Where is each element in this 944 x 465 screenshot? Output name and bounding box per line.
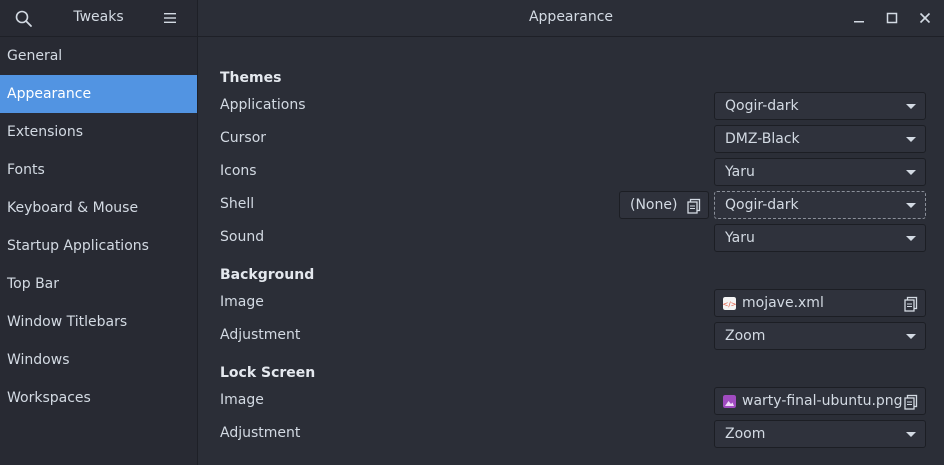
image-file-icon (723, 394, 736, 408)
applications-theme-value: Qogir-dark (725, 98, 799, 114)
titlebar: Appearance (198, 0, 944, 37)
applications-label: Applications (220, 97, 306, 113)
sidebar-item-workspaces[interactable]: Workspaces (0, 379, 197, 417)
maximize-icon[interactable] (883, 9, 901, 27)
sidebar-item-fonts[interactable]: Fonts (0, 151, 197, 189)
sidebar-item-window-titlebars[interactable]: Window Titlebars (0, 303, 197, 341)
background-image-value: mojave.xml (742, 295, 824, 311)
sidebar-item-general[interactable]: General (0, 37, 197, 75)
lock-adjustment-label: Adjustment (220, 425, 301, 441)
file-chooser-icon (687, 198, 701, 214)
sidebar-item-appearance[interactable]: Appearance (0, 75, 197, 113)
lock-adjustment-combo[interactable]: Zoom (714, 420, 926, 448)
minimize-icon[interactable] (850, 9, 868, 27)
lock-image-value: warty-final-ubuntu.png (742, 393, 903, 409)
xml-file-icon: </> (723, 296, 736, 310)
main-panel: Appearance Themes Applications Qogir-dar… (198, 0, 944, 465)
icons-theme-combo[interactable]: Yaru (714, 158, 926, 186)
cursor-theme-value: DMZ-Black (725, 131, 800, 147)
background-adjustment-label: Adjustment (220, 327, 301, 343)
sidebar-item-startup-applications[interactable]: Startup Applications (0, 227, 197, 265)
svg-text:</>: </> (723, 300, 736, 308)
background-adjustment-value: Zoom (725, 328, 766, 344)
sidebar-item-top-bar[interactable]: Top Bar (0, 265, 197, 303)
page-title: Appearance (528, 9, 614, 25)
section-title-background: Background (220, 267, 315, 283)
sidebar-item-extensions[interactable]: Extensions (0, 113, 197, 151)
sound-label: Sound (220, 229, 265, 245)
sidebar: Tweaks General Appearance Extensions Fon… (0, 0, 198, 465)
section-title-lock-screen: Lock Screen (220, 365, 316, 381)
sidebar-item-keyboard-mouse[interactable]: Keyboard & Mouse (0, 189, 197, 227)
shell-theme-combo[interactable]: Qogir-dark (714, 191, 926, 219)
chevron-down-icon (906, 432, 916, 437)
hamburger-menu-icon[interactable] (162, 10, 178, 26)
icons-label: Icons (220, 163, 257, 179)
close-icon[interactable] (916, 9, 934, 27)
chevron-down-icon (906, 170, 916, 175)
chevron-down-icon (906, 203, 916, 208)
file-chooser-icon (904, 394, 918, 410)
background-image-label: Image (220, 294, 264, 310)
shell-none-label: (None) (630, 197, 678, 213)
chevron-down-icon (906, 236, 916, 241)
background-adjustment-combo[interactable]: Zoom (714, 322, 926, 350)
section-title-themes: Themes (220, 70, 282, 86)
applications-theme-combo[interactable]: Qogir-dark (714, 92, 926, 120)
sound-theme-combo[interactable]: Yaru (714, 224, 926, 252)
chevron-down-icon (906, 334, 916, 339)
shell-theme-value: Qogir-dark (725, 197, 799, 213)
lock-adjustment-value: Zoom (725, 426, 766, 442)
cursor-label: Cursor (220, 130, 267, 146)
sound-theme-value: Yaru (725, 230, 755, 246)
cursor-theme-combo[interactable]: DMZ-Black (714, 125, 926, 153)
shell-none-button[interactable]: (None) (619, 191, 709, 219)
lock-image-label: Image (220, 392, 264, 408)
lock-image-chooser[interactable]: warty-final-ubuntu.png (714, 387, 926, 415)
shell-label: Shell (220, 196, 255, 212)
sidebar-list: General Appearance Extensions Fonts Keyb… (0, 37, 197, 417)
background-image-chooser[interactable]: </> mojave.xml (714, 289, 926, 317)
chevron-down-icon (906, 137, 916, 142)
chevron-down-icon (906, 104, 916, 109)
icons-theme-value: Yaru (725, 164, 755, 180)
sidebar-item-windows[interactable]: Windows (0, 341, 197, 379)
file-chooser-icon (904, 296, 918, 312)
sidebar-header: Tweaks (0, 0, 197, 37)
